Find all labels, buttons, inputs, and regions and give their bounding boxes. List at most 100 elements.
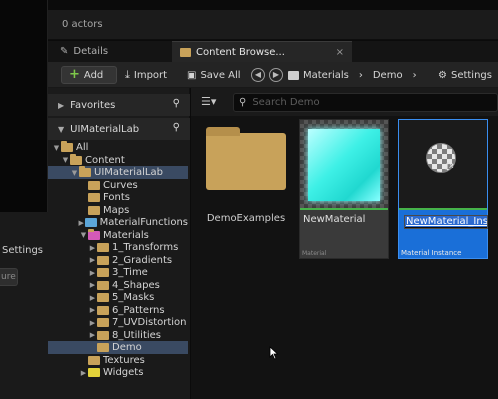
chevron-right-icon[interactable]: ▶: [88, 269, 97, 277]
material-thumbnail: [300, 120, 388, 208]
chevron-right-icon[interactable]: ▶: [88, 244, 97, 252]
chevron-right-icon[interactable]: ›: [359, 70, 363, 81]
project-header[interactable]: ▼ UIMaterialLab ⚲: [48, 118, 190, 140]
breadcrumb: Materials › Demo ›: [288, 66, 417, 84]
tree-item[interactable]: ▶ 5_Masks: [48, 291, 188, 304]
rename-field[interactable]: NewMaterial_Ins: [404, 215, 488, 229]
asset-name: NewMaterial: [303, 214, 366, 225]
tree-item-label: Maps: [103, 204, 130, 216]
tree-item[interactable]: Demo: [48, 341, 188, 354]
tree-item[interactable]: ▶ Widgets: [48, 366, 188, 379]
tree-item-label: UIMaterialLab: [94, 167, 163, 178]
tree-item[interactable]: ▼ All: [48, 141, 188, 154]
chevron-right-icon[interactable]: ▶: [88, 306, 97, 314]
tab-bar: ✎ Details Content Browse... ×: [48, 41, 498, 62]
asset-tile-folder[interactable]: DemoExamples: [201, 119, 291, 259]
folder-icon: [97, 318, 109, 327]
tree-item-label: 3_Time: [112, 267, 148, 278]
tree-item[interactable]: ▶ 1_Transforms: [48, 241, 188, 254]
tree-item[interactable]: ▶ 8_Utilities: [48, 329, 188, 342]
chevron-right-icon[interactable]: ▶: [77, 219, 85, 227]
breadcrumb-materials[interactable]: Materials: [303, 70, 349, 81]
asset-type-bar: [399, 208, 487, 210]
tree-item[interactable]: ▶ 7_UVDistortion: [48, 316, 188, 329]
chevron-right-icon[interactable]: ▶: [88, 281, 97, 289]
folder-icon: [97, 243, 109, 252]
folder-icon: [180, 47, 191, 57]
folder-icon: [85, 218, 97, 227]
settings-button[interactable]: ⚙ Settings: [438, 66, 492, 84]
chevron-right-icon[interactable]: ▶: [88, 256, 97, 264]
search-input[interactable]: [252, 97, 453, 108]
tree-item-label: Fonts: [103, 192, 130, 203]
tree-item[interactable]: ▶ MaterialFunctions: [48, 216, 189, 229]
tree-item-label: 4_Shapes: [112, 279, 160, 291]
tree-item[interactable]: ▶ 6_Patterns: [48, 304, 188, 317]
gear-icon: ⚙: [438, 69, 447, 81]
mouse-cursor-icon: [269, 346, 279, 360]
asset-tile-material-instance[interactable]: ƒx NewMaterial_Ins Material Instance: [398, 119, 488, 259]
search-icon: ⚲: [239, 97, 247, 108]
breadcrumb-demo[interactable]: Demo: [373, 70, 403, 81]
import-icon: ⤓: [125, 68, 130, 81]
search-icon[interactable]: ⚲: [173, 122, 180, 133]
chevron-right-icon[interactable]: ›: [413, 70, 417, 81]
folder-icon: [97, 293, 109, 302]
project-label: UIMaterialLab: [70, 123, 140, 135]
tab-details[interactable]: ✎ Details: [52, 41, 170, 62]
tree-item[interactable]: ▼ Content: [48, 153, 188, 167]
search-box[interactable]: ⚲: [233, 93, 498, 112]
settings-label: Settings: [450, 69, 492, 81]
tree-item[interactable]: ▶ 4_Shapes: [48, 279, 188, 292]
folder-icon: [79, 166, 91, 177]
tree-item-label: 1_Transforms: [112, 242, 179, 253]
chevron-right-icon[interactable]: ▶: [88, 294, 97, 302]
tab-content-browser[interactable]: Content Browse... ×: [172, 41, 352, 62]
folder-icon: [88, 193, 100, 202]
tree-item[interactable]: Maps: [48, 204, 188, 217]
partial-button[interactable]: ure: [0, 268, 18, 286]
asset-type-label: Material: [302, 250, 327, 257]
settings-label[interactable]: Settings: [2, 245, 43, 256]
chevron-down-icon[interactable]: ▼: [70, 169, 79, 177]
chevron-down-icon[interactable]: ▼: [79, 231, 88, 239]
favorites-header[interactable]: ▶ Favorites ⚲: [48, 94, 190, 116]
folder-tab: [206, 127, 240, 136]
back-arrow-icon[interactable]: ◀: [251, 68, 265, 82]
import-label: Import: [133, 69, 168, 81]
chevron-right-icon[interactable]: ▶: [88, 331, 97, 339]
asset-tile-material[interactable]: NewMaterial Material: [299, 119, 389, 259]
save-all-label: Save All: [200, 69, 241, 81]
folder-icon: [88, 180, 100, 190]
tree-item[interactable]: Fonts: [48, 191, 188, 204]
plus-icon: +: [69, 67, 80, 82]
content-browser-toolbar: + Add ⤓ Import ▣ Save All ◀ ▶ Materials …: [48, 62, 498, 88]
save-all-button[interactable]: ▣ Save All: [187, 66, 241, 84]
tree-item[interactable]: ▼ Materials: [48, 228, 188, 242]
tree-item[interactable]: ▶ 2_Gradients: [48, 254, 188, 267]
close-icon[interactable]: ×: [336, 47, 344, 58]
fx-icon: ƒx: [446, 161, 454, 170]
folder-icon: [97, 330, 109, 340]
left-panel: Settings ure: [0, 212, 48, 399]
folder-icon: [206, 133, 286, 190]
tree-item[interactable]: ▼ UIMaterialLab: [48, 166, 188, 179]
sources-panel: ▶ Favorites ⚲ ▼ UIMaterialLab ⚲ ▼ All ▼ Con…: [48, 88, 190, 399]
tree-item[interactable]: ▶ 3_Time: [48, 266, 188, 279]
actor-count: 0 actors: [62, 19, 103, 30]
asset-view: ☰▾ ⚲ DemoExamples NewMaterial Material ƒ…: [191, 88, 498, 399]
chevron-down-icon[interactable]: ▼: [61, 156, 70, 164]
chevron-right-icon[interactable]: ▶: [79, 369, 88, 377]
tree-item[interactable]: Textures: [48, 354, 188, 367]
search-icon[interactable]: ⚲: [173, 98, 180, 109]
rename-text[interactable]: NewMaterial_Ins: [405, 216, 487, 227]
import-button[interactable]: ⤓ Import: [125, 66, 167, 84]
tree-item-label: 7_UVDistortion: [112, 317, 187, 328]
chevron-right-icon[interactable]: ▶: [88, 319, 97, 327]
add-button[interactable]: + Add: [61, 66, 117, 84]
chevron-down-icon[interactable]: ▼: [52, 144, 61, 152]
forward-arrow-icon[interactable]: ▶: [269, 68, 283, 82]
filter-icon[interactable]: ☰▾: [201, 95, 216, 108]
chevron-down-icon: ▼: [58, 124, 65, 134]
tree-item[interactable]: Curves: [48, 179, 188, 192]
